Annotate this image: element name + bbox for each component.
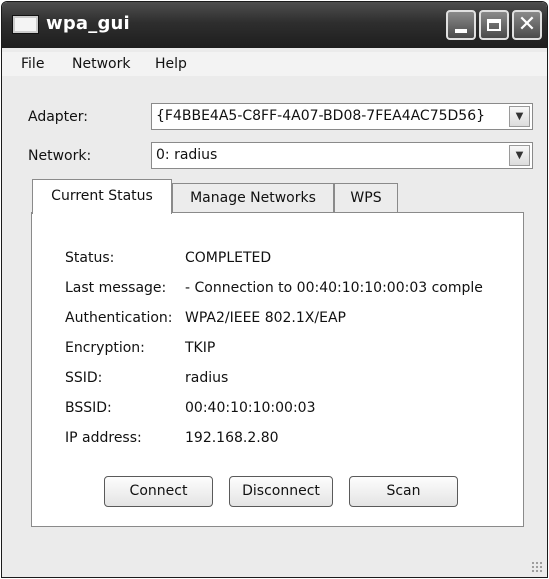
title-bar[interactable]: wpa_gui ✕ [2,2,547,48]
chevron-down-icon[interactable]: ▼ [509,106,530,127]
current-status-panel: Status: COMPLETED Last message: - Connec… [31,212,524,527]
last-message-value: - Connection to 00:40:10:10:00:03 comple [185,280,483,296]
scan-button[interactable]: Scan [349,476,458,507]
encryption-label: Encryption: [65,340,145,356]
chevron-down-icon[interactable]: ▼ [509,145,530,166]
bssid-value: 00:40:10:10:00:03 [185,400,316,416]
minimize-icon [455,29,467,33]
status-label: Status: [65,250,115,266]
authentication-value: WPA2/IEEE 802.1X/EAP [185,310,346,326]
adapter-select[interactable]: {F4BBE4A5-C8FF-4A07-BD08-7FEA4AC75D56} ▼ [151,103,533,130]
ip-address-label: IP address: [65,430,142,446]
status-value: COMPLETED [185,250,272,266]
encryption-value: TKIP [185,340,216,356]
minimize-button[interactable] [446,10,476,40]
authentication-label: Authentication: [65,310,173,326]
network-select[interactable]: 0: radius ▼ [151,142,533,169]
network-select-value: 0: radius [156,147,218,163]
ip-address-value: 192.168.2.80 [185,430,279,446]
bssid-label: BSSID: [65,400,112,416]
adapter-select-value: {F4BBE4A5-C8FF-4A07-BD08-7FEA4AC75D56} [156,108,486,124]
ssid-label: SSID: [65,370,103,386]
menu-bar: File Network Help [2,52,547,76]
menu-network[interactable]: Network [72,56,130,72]
menu-help[interactable]: Help [155,56,187,72]
connect-button[interactable]: Connect [104,476,213,507]
maximize-icon [487,19,501,31]
resize-grip-icon[interactable] [531,561,543,573]
network-label: Network: [28,148,92,164]
menu-file[interactable]: File [21,56,44,72]
ssid-value: radius [185,370,229,386]
app-window-icon [12,15,39,34]
wpa-gui-window: wpa_gui ✕ File Network Help Adapter: {F4… [1,1,548,578]
tab-manage-networks[interactable]: Manage Networks [172,183,334,213]
close-button[interactable]: ✕ [512,10,542,40]
disconnect-button[interactable]: Disconnect [229,476,333,507]
tab-current-status[interactable]: Current Status [32,179,172,214]
tab-wps[interactable]: WPS [334,183,398,213]
maximize-button[interactable] [479,10,509,40]
close-icon: ✕ [517,12,537,37]
last-message-label: Last message: [65,280,167,296]
window-title: wpa_gui [46,13,130,34]
adapter-label: Adapter: [28,109,89,125]
